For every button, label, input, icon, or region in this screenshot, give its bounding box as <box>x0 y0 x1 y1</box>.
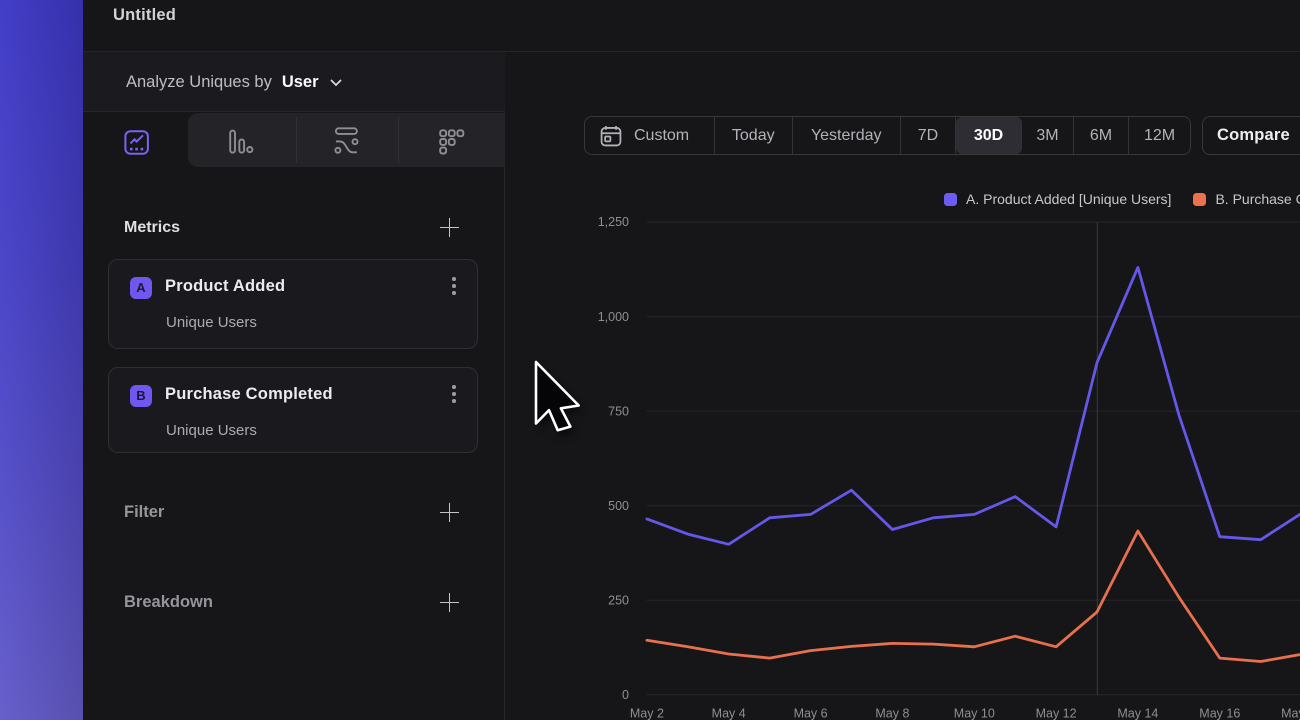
svg-text:1,250: 1,250 <box>598 215 629 229</box>
svg-text:750: 750 <box>608 404 629 418</box>
svg-text:May 2: May 2 <box>630 707 664 720</box>
svg-text:500: 500 <box>608 499 629 513</box>
svg-text:May 4: May 4 <box>712 707 746 720</box>
svg-text:250: 250 <box>608 594 629 608</box>
svg-text:May 16: May 16 <box>1199 707 1240 720</box>
svg-text:May 18: May 18 <box>1281 707 1300 720</box>
svg-text:May 8: May 8 <box>875 707 909 720</box>
svg-text:May 14: May 14 <box>1117 707 1158 720</box>
svg-text:May 6: May 6 <box>794 707 828 720</box>
svg-text:1,000: 1,000 <box>598 310 629 324</box>
svg-text:May 12: May 12 <box>1036 707 1077 720</box>
svg-text:May 10: May 10 <box>954 707 995 720</box>
svg-text:0: 0 <box>622 688 629 702</box>
